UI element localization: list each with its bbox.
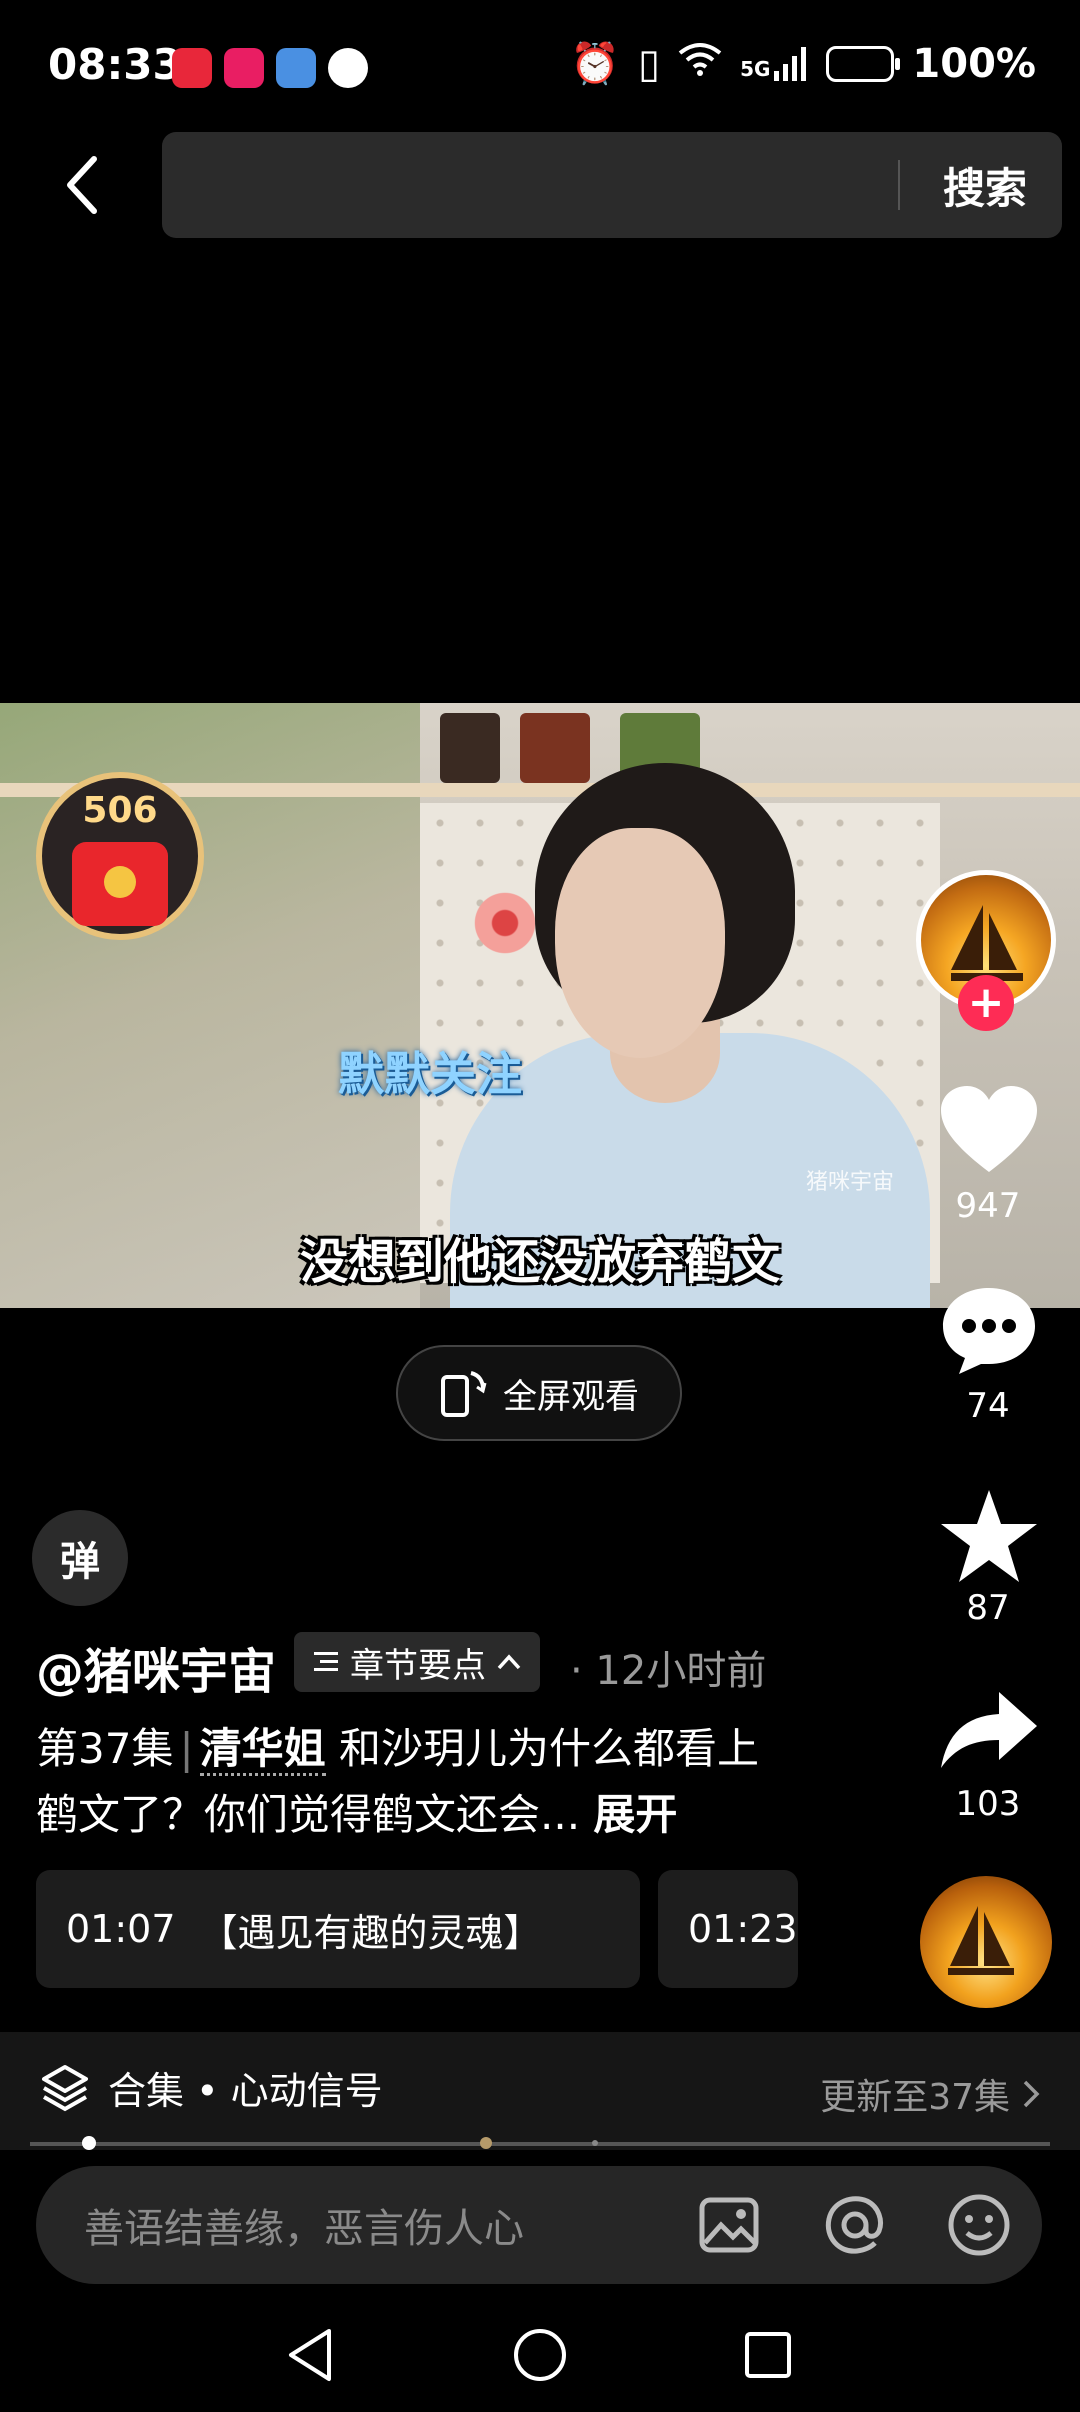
music-disc[interactable] [920,1876,1052,2008]
square-recents-icon [745,2332,791,2378]
fullscreen-button[interactable]: 全屏观看 [396,1345,682,1441]
progress-thumb[interactable] [82,2136,96,2150]
video-jar [520,713,590,783]
chapter-time: 01:07 [66,1907,176,1951]
signal-icon: 5G [740,46,808,81]
chevron-left-icon [67,156,97,214]
nav-back-button[interactable] [270,2320,350,2390]
description-separator: | [179,1724,194,1773]
collection-update[interactable]: 更新至37集 [820,2068,1040,2120]
alarm-icon: ⏰ [570,41,621,87]
search-button[interactable]: 搜索 [908,132,1062,238]
at-icon [825,2196,883,2254]
star-icon [941,1490,1037,1582]
video-subtitle: 没想到他还没放弃鹤文 [299,1234,780,1290]
comment-placeholder: 善语结善缘，恶言伤人心 [84,2206,524,2252]
network-type: 5G [740,56,771,81]
emoji-button[interactable] [944,2190,1014,2260]
favorite-count: 87 [966,1588,1010,1628]
list-icon [314,1652,338,1671]
sailboat-icon [948,1906,1014,1975]
video-flower [470,888,540,958]
video-caption: 默默关注 [338,1047,522,1101]
image-button[interactable] [694,2190,764,2260]
circle-home-icon [514,2329,566,2381]
app-notification-icon [328,48,368,88]
status-time: 08:33 [48,40,182,89]
post-time: · 12小时前 [570,1648,767,1694]
comment-count: 74 [966,1386,1010,1426]
vibrate-icon: ▯ [638,40,661,87]
share-button[interactable] [934,1680,1044,1780]
collection-label: 合集 • 心动信号 [108,2069,383,2113]
status-right: ⏰ ▯ 5G 100% [570,40,1036,88]
description-tag[interactable]: 清华姐 [199,1724,326,1776]
coin-icon [104,866,136,898]
back-button[interactable] [52,150,112,220]
wifi-icon [678,41,722,87]
video-jar [440,713,500,783]
video-description[interactable]: 第37集 | 清华姐 和沙玥儿为什么都看上鹤文了？你们觉得鹤文还会... 展开 [36,1716,776,1848]
chapter-card[interactable]: 01:07 【遇见有趣的灵魂】 [36,1870,640,1988]
collection-update-label: 更新至37集 [820,2077,1010,2118]
share-count: 103 [955,1784,1021,1824]
battery-level: 100% [912,40,1036,87]
comment-icon [943,1288,1035,1374]
fullscreen-label: 全屏观看 [503,1376,639,1417]
rotate-phone-icon [441,1371,487,1417]
smiley-icon [948,2194,1010,2256]
chevron-up-icon [497,1654,521,1670]
triangle-back-icon [289,2329,331,2381]
chapter-card[interactable]: 01:23 [658,1870,798,1988]
app-notification-icon [172,48,212,88]
comment-button[interactable] [934,1280,1044,1380]
app-notification-icon [276,48,316,88]
search-divider [898,160,900,210]
collection-title[interactable]: 合集 • 心动信号 [40,2060,383,2115]
layers-icon [42,2064,88,2111]
battery-icon [826,45,901,82]
image-icon [699,2197,759,2253]
like-count: 947 [955,1186,1021,1226]
chevron-right-icon [1023,2080,1040,2108]
red-packet-count: 506 [82,790,158,831]
author-handle[interactable]: @猪咪宇宙 [36,1632,276,1702]
mention-button[interactable] [820,2190,890,2260]
app-notification-icon [224,48,264,88]
chapter-title: 【遇见有趣的灵魂】 [199,1910,542,1955]
chapter-points-label: 章节要点 [350,1645,486,1686]
heart-icon [941,1086,1037,1172]
nav-home-button[interactable] [500,2320,580,2390]
episode-label: 第37集 [36,1724,174,1773]
like-button[interactable] [934,1080,1044,1180]
progress-marker [480,2137,492,2149]
chapter-time: 01:23 [688,1907,798,1951]
nav-recents-button[interactable] [728,2320,808,2390]
favorite-button[interactable] [934,1486,1044,1586]
follow-button[interactable]: + [958,975,1014,1031]
danmaku-toggle[interactable]: 弹 [32,1510,128,1606]
chapter-points-button[interactable]: 章节要点 [294,1632,540,1692]
video-person-face [555,828,725,1058]
progress-marker [592,2140,598,2146]
video-watermark: 猪咪宇宙 [806,1170,895,1195]
video-progress-bar[interactable] [30,2142,1050,2146]
expand-button[interactable]: 展开 [593,1790,677,1839]
share-arrow-icon [941,1692,1037,1768]
